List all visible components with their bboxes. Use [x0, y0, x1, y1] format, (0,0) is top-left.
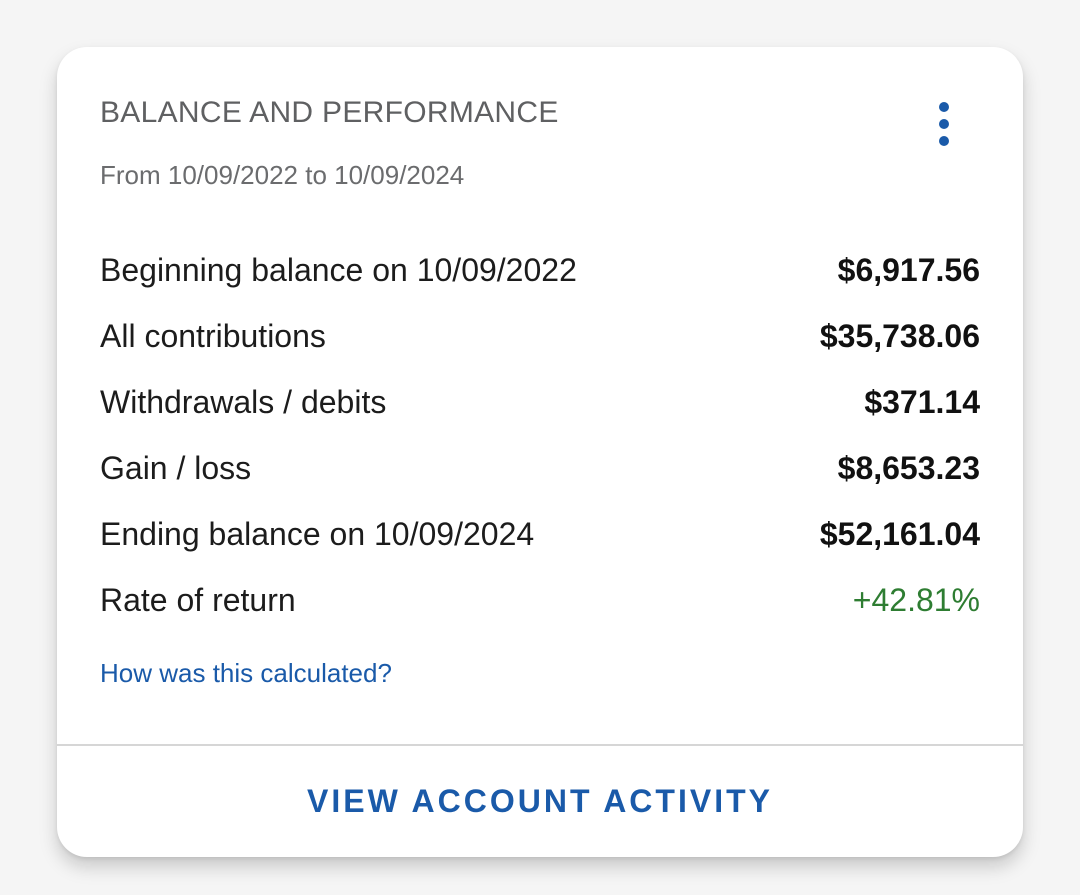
view-account-activity-button[interactable]: VIEW ACCOUNT ACTIVITY: [57, 746, 1023, 857]
row-label: Withdrawals / debits: [100, 383, 387, 420]
row-rate-of-return: Rate of return +42.81%: [100, 567, 980, 633]
row-label: Beginning balance on 10/09/2022: [100, 251, 577, 288]
row-label: Ending balance on 10/09/2024: [100, 515, 535, 552]
row-gain-loss: Gain / loss $8,653.23: [100, 435, 980, 501]
date-range: From 10/09/2022 to 10/09/2024: [100, 160, 465, 190]
row-label: All contributions: [100, 317, 326, 354]
row-label: Rate of return: [100, 581, 296, 618]
row-withdrawals-debits: Withdrawals / debits $371.14: [100, 369, 980, 435]
row-value: $8,653.23: [837, 449, 980, 486]
row-value: $35,738.06: [819, 317, 980, 354]
more-options-button[interactable]: [925, 99, 963, 149]
row-ending-balance: Ending balance on 10/09/2024 $52,161.04: [100, 501, 980, 567]
row-beginning-balance: Beginning balance on 10/09/2022 $6,917.5…: [100, 237, 980, 303]
rate-of-return-value: +42.81%: [852, 581, 980, 618]
card-title: BALANCE AND PERFORMANCE: [100, 96, 559, 129]
view-account-activity-label: VIEW ACCOUNT ACTIVITY: [307, 783, 773, 819]
row-value: $6,917.56: [837, 251, 980, 288]
row-label: Gain / loss: [100, 449, 252, 486]
row-all-contributions: All contributions $35,738.06: [100, 303, 980, 369]
balance-summary-list: Beginning balance on 10/09/2022 $6,917.5…: [100, 237, 980, 633]
row-value: $52,161.04: [819, 515, 980, 552]
how-calculated-link[interactable]: How was this calculated?: [100, 657, 392, 689]
row-value: $371.14: [864, 383, 980, 420]
balance-performance-card: BALANCE AND PERFORMANCE From 10/09/2022 …: [57, 47, 1023, 857]
